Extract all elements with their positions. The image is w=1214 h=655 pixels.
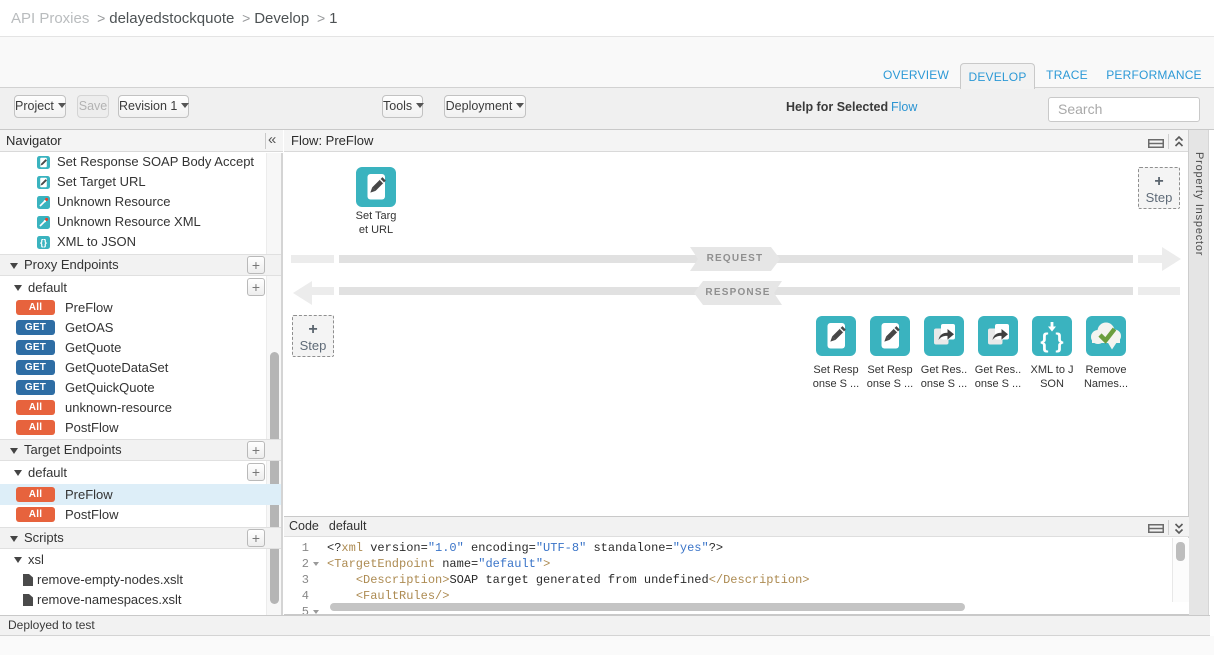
svg-text:{: {	[1040, 330, 1048, 353]
svg-text:{}: {}	[40, 237, 48, 247]
svg-text:}: }	[1055, 330, 1063, 353]
